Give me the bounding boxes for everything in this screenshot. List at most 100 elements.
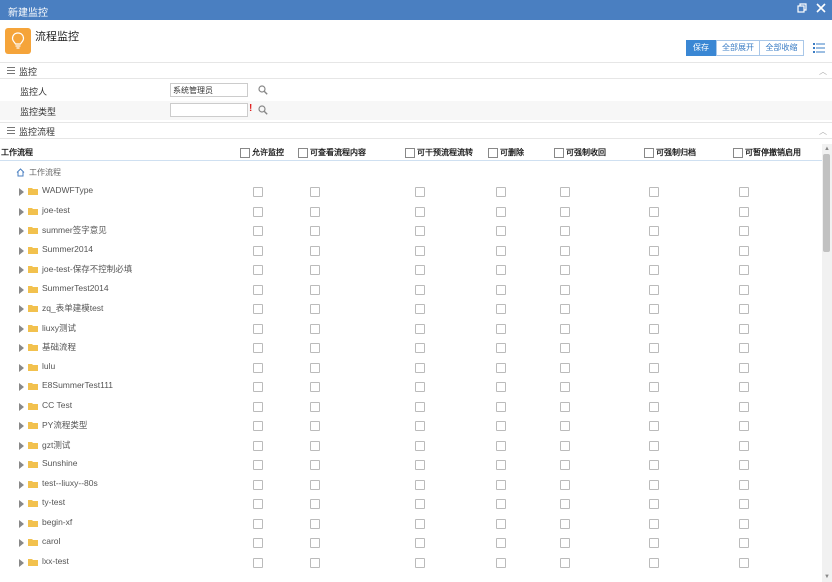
permission-checkbox[interactable] (739, 362, 749, 373)
workflow-name[interactable]: joe-test (42, 205, 70, 215)
permission-checkbox[interactable] (310, 284, 320, 295)
permission-checkbox[interactable] (560, 323, 570, 334)
permission-checkbox[interactable] (560, 245, 570, 256)
permission-checkbox[interactable] (560, 343, 570, 353)
collapse-all-button[interactable]: 全部收缩 (759, 40, 804, 56)
workflow-name[interactable]: WADWFType (42, 185, 93, 195)
permission-checkbox[interactable] (560, 206, 570, 217)
permission-checkbox[interactable] (496, 187, 506, 197)
permission-checkbox[interactable] (415, 382, 425, 392)
permission-checkbox[interactable] (560, 226, 570, 236)
permission-checkbox[interactable] (649, 479, 659, 490)
permission-checkbox[interactable] (560, 518, 570, 529)
scrollbar[interactable]: ▲ ▼ (822, 144, 832, 582)
chevron-up-icon[interactable]: ︿ (819, 126, 827, 137)
select-all-checkbox[interactable] (240, 147, 250, 158)
expand-arrow-icon[interactable] (19, 246, 24, 255)
permission-checkbox[interactable] (739, 226, 749, 236)
permission-checkbox[interactable] (496, 382, 506, 392)
search-icon[interactable] (258, 85, 268, 95)
permission-checkbox[interactable] (560, 284, 570, 295)
select-all-checkbox[interactable] (733, 147, 743, 158)
workflow-name[interactable]: lxx-test (42, 556, 69, 566)
permission-checkbox[interactable] (649, 304, 659, 314)
workflow-name[interactable]: test--liuxy--80s (42, 478, 98, 488)
permission-checkbox[interactable] (253, 499, 263, 509)
close-icon[interactable] (814, 3, 828, 17)
column-header[interactable]: 可暂停撤销启用 (733, 147, 801, 158)
permission-checkbox[interactable] (253, 440, 263, 451)
permission-checkbox[interactable] (415, 499, 425, 509)
permission-checkbox[interactable] (649, 460, 659, 470)
permission-checkbox[interactable] (253, 187, 263, 197)
permission-checkbox[interactable] (415, 226, 425, 236)
permission-checkbox[interactable] (415, 284, 425, 295)
permission-checkbox[interactable] (649, 265, 659, 275)
select-all-checkbox[interactable] (298, 147, 308, 158)
select-all-checkbox[interactable] (488, 147, 498, 158)
workflow-name[interactable]: E8SummerTest111 (42, 380, 113, 390)
permission-checkbox[interactable] (415, 206, 425, 217)
permission-checkbox[interactable] (560, 265, 570, 275)
permission-checkbox[interactable] (560, 499, 570, 509)
permission-checkbox[interactable] (739, 518, 749, 529)
permission-checkbox[interactable] (253, 538, 263, 548)
permission-checkbox[interactable] (739, 421, 749, 431)
permission-checkbox[interactable] (415, 245, 425, 256)
permission-checkbox[interactable] (415, 421, 425, 431)
permission-checkbox[interactable] (649, 245, 659, 256)
expand-arrow-icon[interactable] (19, 519, 24, 528)
expand-arrow-icon[interactable] (19, 383, 24, 391)
permission-checkbox[interactable] (649, 284, 659, 295)
permission-checkbox[interactable] (739, 557, 749, 568)
permission-checkbox[interactable] (739, 460, 749, 470)
permission-checkbox[interactable] (253, 343, 263, 353)
permission-checkbox[interactable] (560, 362, 570, 373)
column-header[interactable]: 可删除 (488, 147, 524, 158)
permission-checkbox[interactable] (496, 440, 506, 451)
permission-checkbox[interactable] (739, 499, 749, 509)
restore-icon[interactable] (795, 3, 809, 17)
permission-checkbox[interactable] (415, 479, 425, 490)
permission-checkbox[interactable] (496, 343, 506, 353)
permission-checkbox[interactable] (310, 187, 320, 197)
expand-arrow-icon[interactable] (19, 285, 24, 294)
chevron-up-icon[interactable]: ︿ (819, 66, 827, 77)
permission-checkbox[interactable] (253, 362, 263, 373)
expand-arrow-icon[interactable] (19, 305, 24, 313)
column-header[interactable]: 可干预流程流转 (405, 147, 473, 158)
workflow-name[interactable]: PY流程类型 (42, 419, 87, 431)
section-monitor-flow[interactable]: 监控流程 ︿ (0, 122, 832, 139)
workflow-name[interactable]: Summer2014 (42, 244, 93, 254)
expand-arrow-icon[interactable] (19, 461, 24, 469)
select-all-checkbox[interactable] (644, 147, 654, 158)
permission-checkbox[interactable] (649, 187, 659, 197)
permission-checkbox[interactable] (496, 226, 506, 236)
permission-checkbox[interactable] (496, 538, 506, 548)
column-header[interactable]: 可强制收回 (554, 147, 606, 158)
permission-checkbox[interactable] (310, 557, 320, 568)
workflow-name[interactable]: lulu (42, 361, 55, 371)
permission-checkbox[interactable] (253, 421, 263, 431)
permission-checkbox[interactable] (415, 557, 425, 568)
expand-arrow-icon[interactable] (19, 539, 24, 547)
permission-checkbox[interactable] (253, 518, 263, 529)
permission-checkbox[interactable] (310, 479, 320, 490)
permission-checkbox[interactable] (560, 440, 570, 451)
permission-checkbox[interactable] (649, 323, 659, 334)
permission-checkbox[interactable] (496, 206, 506, 217)
permission-checkbox[interactable] (739, 538, 749, 548)
column-header[interactable]: 可强制归档 (644, 147, 696, 158)
permission-checkbox[interactable] (739, 382, 749, 392)
scroll-up-icon[interactable]: ▲ (824, 146, 830, 152)
permission-checkbox[interactable] (649, 401, 659, 412)
monitor-type-field[interactable] (170, 103, 248, 117)
tree-root[interactable]: 工作流程 (16, 165, 61, 179)
permission-checkbox[interactable] (560, 538, 570, 548)
permission-checkbox[interactable] (310, 460, 320, 470)
permission-checkbox[interactable] (415, 518, 425, 529)
permission-checkbox[interactable] (739, 284, 749, 295)
permission-checkbox[interactable] (496, 479, 506, 490)
permission-checkbox[interactable] (739, 479, 749, 490)
permission-checkbox[interactable] (310, 323, 320, 334)
